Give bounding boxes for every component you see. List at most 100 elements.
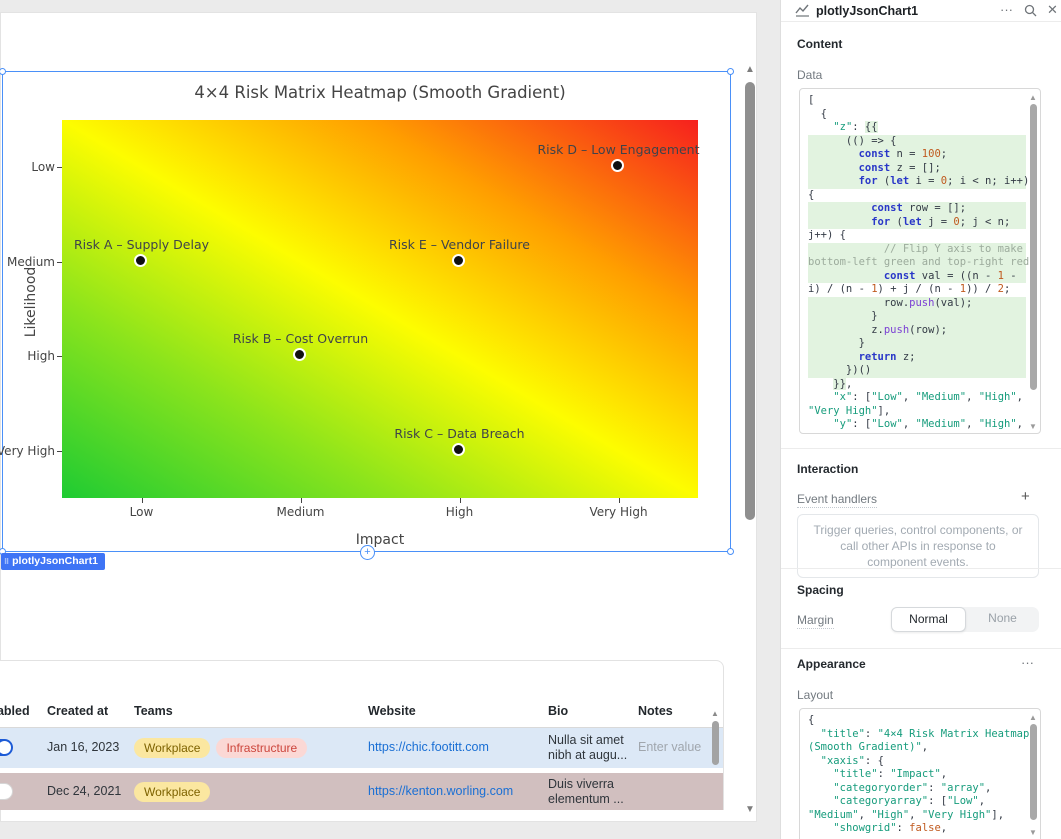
table-scroll-up-icon[interactable]: ▲ bbox=[711, 709, 719, 718]
layout-editor-scroll-up-icon[interactable]: ▲ bbox=[1029, 713, 1037, 722]
code-line: for (let j = 0; j < n; bbox=[808, 216, 1026, 230]
code-line: z.push(row); bbox=[808, 324, 1026, 338]
x-tick bbox=[619, 498, 620, 503]
component-tag[interactable]: ⠿plotlyJsonChart1 bbox=[1, 553, 105, 570]
resize-handle-bottom-center[interactable]: + bbox=[360, 545, 375, 560]
cell-website-link[interactable]: https://kenton.worling.com bbox=[368, 784, 513, 798]
column-header-website[interactable]: Website bbox=[368, 704, 416, 718]
cell-bio[interactable]: Duis viverra elementum ... bbox=[548, 777, 636, 807]
more-menu-icon[interactable]: ··· bbox=[1000, 2, 1013, 17]
cell-created-at[interactable]: Dec 24, 2021 bbox=[47, 784, 121, 798]
code-line: const val = ((n - 1 - bbox=[808, 270, 1026, 284]
content-section-heading: Content bbox=[797, 37, 842, 51]
column-header-teams[interactable]: Teams bbox=[134, 704, 173, 718]
plotly-chart-component[interactable]: 4×4 Risk Matrix Heatmap (Smooth Gradient… bbox=[2, 71, 731, 552]
toggle-off[interactable] bbox=[0, 783, 13, 800]
code-line: })() bbox=[808, 364, 1026, 378]
risk-point bbox=[452, 254, 465, 267]
code-line: { bbox=[808, 108, 1026, 122]
x-tick-label: Low bbox=[102, 505, 182, 519]
margin-segmented-control: Normal None bbox=[891, 607, 1039, 632]
code-line: "Very High"], bbox=[808, 405, 1026, 419]
margin-option-none[interactable]: None bbox=[966, 607, 1039, 632]
code-line: } bbox=[808, 310, 1026, 324]
column-header-bio[interactable]: Bio bbox=[548, 704, 568, 718]
y-tick bbox=[57, 262, 62, 263]
search-icon[interactable] bbox=[1024, 4, 1037, 20]
risk-annotation-label: Risk E – Vendor Failure bbox=[340, 237, 580, 252]
layout-code-editor[interactable]: { "title": "4×4 Risk Matrix Heatmap(Smoo… bbox=[799, 708, 1041, 839]
column-header-enabled[interactable]: Enabled bbox=[0, 704, 30, 718]
code-line: return z; bbox=[808, 351, 1026, 365]
y-tick bbox=[57, 356, 62, 357]
team-tag: Workplace bbox=[134, 738, 210, 758]
code-line: bottom-left green and top-right red bbox=[808, 256, 1026, 270]
toggle-on[interactable] bbox=[0, 739, 13, 756]
code-line: j++) { bbox=[808, 229, 1026, 243]
cell-created-at[interactable]: Jan 16, 2023 bbox=[47, 740, 119, 754]
resize-handle-top-left[interactable] bbox=[0, 68, 6, 75]
inspector-panel: plotlyJsonChart1 ··· ✕ Content Data [ { … bbox=[780, 0, 1061, 839]
code-line: "categoryarray": ["Low", bbox=[808, 795, 1026, 809]
x-tick-label: High bbox=[420, 505, 500, 519]
risk-annotation-label: Risk B – Cost Overrun bbox=[181, 331, 421, 346]
code-line: "y": ["Low", "Medium", "High", bbox=[808, 418, 1026, 432]
drag-grip-icon: ⠿ bbox=[4, 559, 9, 566]
code-line: "title": "4×4 Risk Matrix Heatmap bbox=[808, 728, 1026, 742]
table-row[interactable]: Jan 16, 2023 WorkplaceInfrastructure https… bbox=[0, 728, 724, 768]
y-tick-label: Low bbox=[0, 160, 55, 174]
heatmap-plot-area[interactable]: LowMediumHighVery HighLowMediumHighVery … bbox=[62, 120, 698, 498]
add-event-handler-button[interactable]: + bbox=[1021, 488, 1030, 505]
divider bbox=[781, 648, 1061, 649]
cell-notes-placeholder[interactable]: Enter value bbox=[638, 740, 701, 754]
table-row[interactable]: Dec 24, 2021 Workplace https://kenton.worl… bbox=[0, 773, 724, 810]
code-line: (() => { bbox=[808, 135, 1026, 149]
x-tick-label: Medium bbox=[261, 505, 341, 519]
layout-editor-scroll-down-icon[interactable]: ▼ bbox=[1029, 828, 1037, 837]
code-line: { bbox=[808, 714, 1026, 728]
x-tick bbox=[460, 498, 461, 503]
cell-teams[interactable]: Workplace bbox=[134, 782, 216, 802]
risk-point bbox=[452, 443, 465, 456]
column-header-notes[interactable]: Notes bbox=[638, 704, 673, 718]
code-line: const n = 100; bbox=[808, 148, 1026, 162]
spacing-section-heading: Spacing bbox=[797, 583, 844, 597]
code-line: }}, bbox=[808, 378, 1026, 392]
margin-option-normal[interactable]: Normal bbox=[891, 607, 966, 632]
chart-component-icon bbox=[795, 4, 810, 22]
x-tick bbox=[301, 498, 302, 503]
table-component[interactable]: Enabled Created at Teams Website Bio Notes Ja… bbox=[0, 660, 724, 810]
appearance-more-icon[interactable]: ··· bbox=[1021, 655, 1034, 670]
code-line: const row = []; bbox=[808, 202, 1026, 216]
canvas-scrollbar-thumb[interactable] bbox=[745, 82, 755, 520]
y-tick bbox=[57, 167, 62, 168]
margin-label: Margin bbox=[797, 613, 834, 629]
cell-website-link[interactable]: https://chic.footitt.com bbox=[368, 740, 489, 754]
data-editor-scroll-down-icon[interactable]: ▼ bbox=[1029, 422, 1037, 431]
data-editor-scroll-up-icon[interactable]: ▲ bbox=[1029, 93, 1037, 102]
code-line: (Smooth Gradient)", bbox=[808, 741, 1026, 755]
chart-title: 4×4 Risk Matrix Heatmap (Smooth Gradient… bbox=[62, 83, 698, 102]
risk-point bbox=[134, 254, 147, 267]
y-tick-label: Very High bbox=[0, 444, 55, 458]
component-name-title: plotlyJsonChart1 bbox=[816, 4, 918, 18]
x-tick bbox=[142, 498, 143, 503]
code-line: "xaxis": { bbox=[808, 755, 1026, 769]
table-scrollbar-thumb[interactable] bbox=[712, 721, 719, 765]
appearance-section-heading: Appearance bbox=[797, 657, 866, 671]
close-icon[interactable]: ✕ bbox=[1047, 2, 1058, 18]
data-code-editor[interactable]: [ { "z": {{ (() => { const n = 100; cons… bbox=[799, 88, 1041, 434]
layout-editor-scrollbar-thumb[interactable] bbox=[1030, 724, 1037, 820]
risk-point bbox=[293, 348, 306, 361]
x-tick-label: Very High bbox=[579, 505, 659, 519]
data-editor-scrollbar-thumb[interactable] bbox=[1030, 104, 1037, 390]
cell-teams[interactable]: WorkplaceInfrastructure bbox=[134, 738, 313, 758]
column-header-created-at[interactable]: Created at bbox=[47, 704, 108, 718]
canvas-scroll-down-icon[interactable]: ▼ bbox=[745, 805, 755, 815]
canvas-scroll-up-icon[interactable]: ▲ bbox=[745, 65, 755, 75]
risk-point bbox=[611, 159, 624, 172]
cell-bio[interactable]: Nulla sit amet nibh at augu... bbox=[548, 733, 636, 763]
resize-handle-top-right[interactable] bbox=[727, 68, 734, 75]
resize-handle-bottom-right[interactable] bbox=[727, 548, 734, 555]
code-line: "Medium", "High", "Very High"], bbox=[808, 809, 1026, 823]
